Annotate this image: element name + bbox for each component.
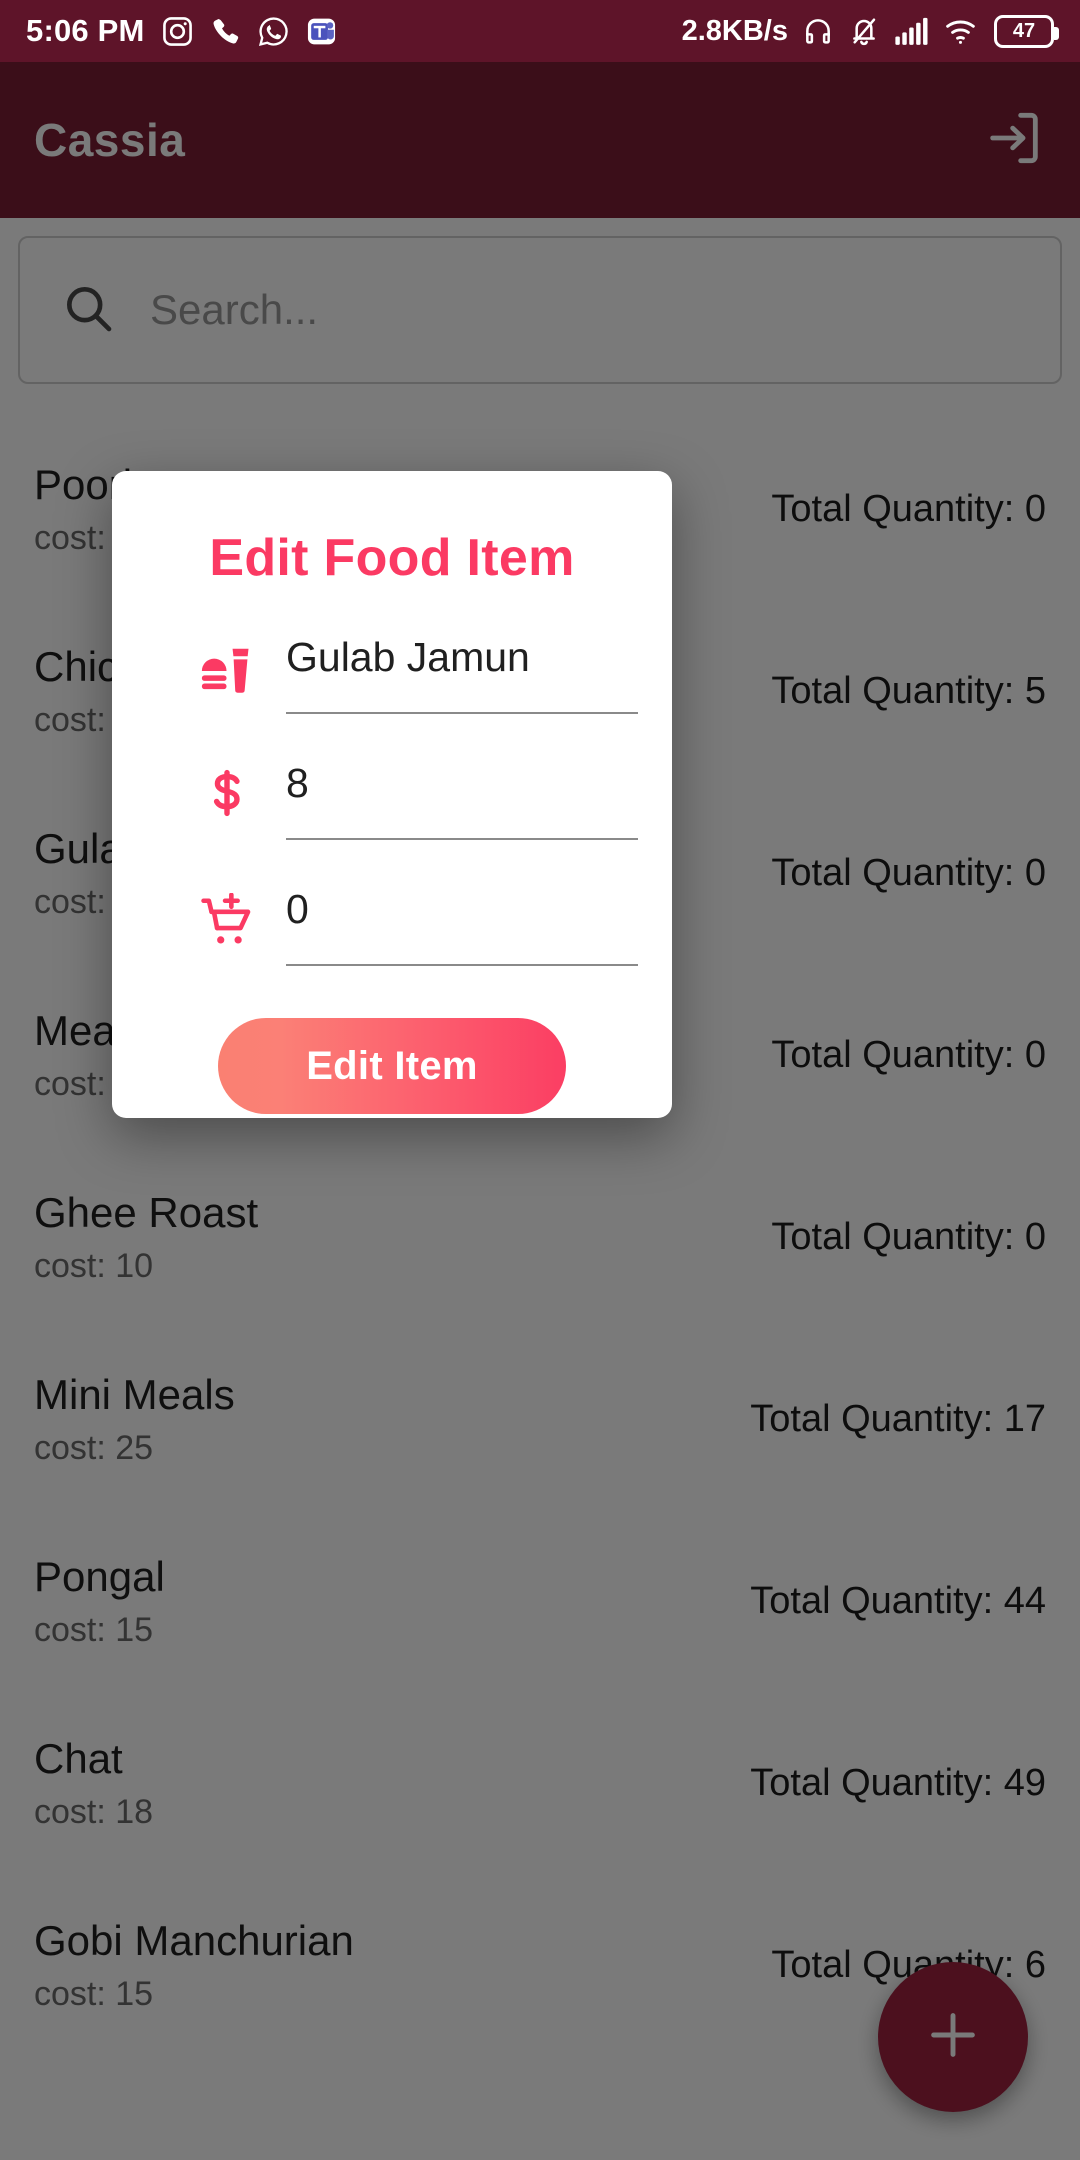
- fast-food-icon: [196, 637, 258, 699]
- food-quantity-value: 0: [286, 886, 309, 932]
- dollar-sign-icon: [196, 763, 258, 819]
- status-bar-right: 2.8KB/s 47: [681, 14, 1059, 48]
- battery-level-label: 47: [1012, 19, 1036, 42]
- status-bar-left: 5:06 PM: [26, 13, 337, 49]
- add-to-cart-icon: [196, 889, 258, 951]
- whatsapp-icon: [257, 15, 290, 48]
- food-name-input[interactable]: Gulab Jamun: [286, 637, 638, 714]
- food-cost-field-row: 8: [146, 763, 638, 840]
- edit-item-submit-button[interactable]: Edit Item: [218, 1018, 566, 1114]
- microsoft-teams-icon: [306, 16, 337, 47]
- food-cost-input[interactable]: 8: [286, 763, 638, 840]
- food-name-field-row: Gulab Jamun: [146, 637, 638, 714]
- food-cost-value: 8: [286, 760, 309, 806]
- network-speed-label: 2.8KB/s: [681, 14, 788, 47]
- phone-call-icon: [210, 16, 241, 47]
- battery-icon: 47: [994, 14, 1059, 48]
- cellular-signal-icon: [894, 15, 930, 47]
- phone-screen: 5:06 PM 2.8KB/s 47 Edit Food Item Gulab …: [0, 0, 1080, 2160]
- food-quantity-input[interactable]: 0: [286, 889, 638, 966]
- edit-food-item-dialog: Edit Food Item Gulab Jamun 8 0 Edit Item: [112, 471, 672, 1118]
- food-name-value: Gulab Jamun: [286, 634, 530, 680]
- headphones-icon: [802, 15, 834, 47]
- status-bar-clock: 5:06 PM: [26, 13, 145, 48]
- notifications-muted-icon: [848, 15, 880, 47]
- dialog-title: Edit Food Item: [209, 529, 575, 587]
- instagram-icon: [161, 15, 194, 48]
- food-quantity-field-row: 0: [146, 889, 638, 966]
- wifi-icon: [944, 15, 980, 47]
- status-bar: 5:06 PM 2.8KB/s 47: [0, 0, 1080, 62]
